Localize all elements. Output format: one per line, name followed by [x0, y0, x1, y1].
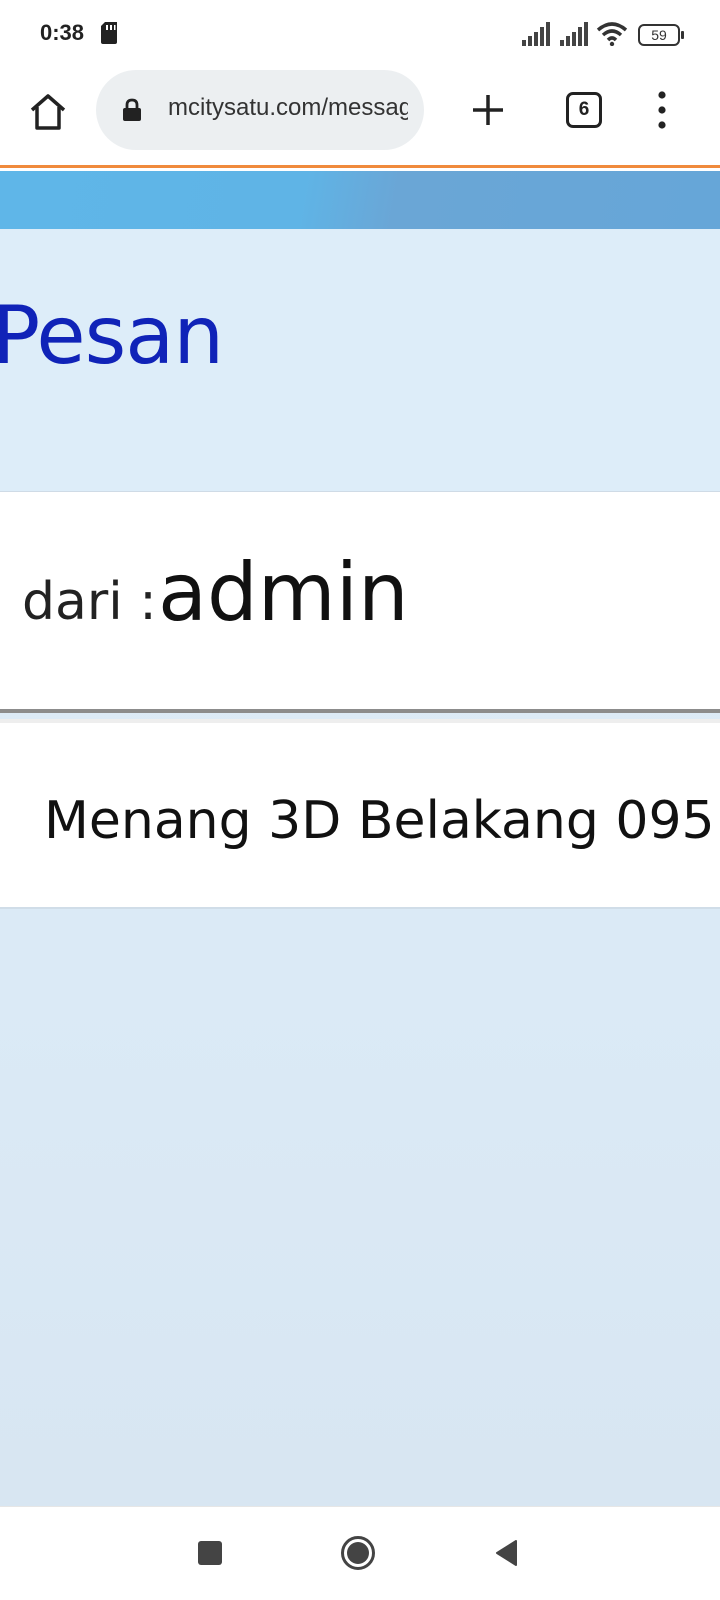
page-title: Pesan — [0, 289, 224, 382]
tab-switcher-button[interactable]: 6 — [566, 92, 602, 128]
address-bar[interactable]: mcitysatu.com/messages — [96, 70, 424, 150]
sd-card-icon — [101, 22, 117, 44]
message-box[interactable]: Menang 3D Belakang 095 p — [0, 719, 720, 909]
lock-icon — [123, 98, 141, 121]
header-area: Pesan — [0, 229, 720, 491]
signal-icon — [522, 22, 550, 46]
url-text: mcitysatu.com/messages — [168, 94, 408, 121]
message-text: Menang 3D Belakang 095 p — [44, 791, 720, 851]
new-tab-icon[interactable] — [470, 92, 506, 128]
sender-box: dari : admin — [0, 491, 720, 713]
signal-icon — [560, 22, 588, 46]
back-triangle-icon[interactable] — [494, 1539, 518, 1567]
page-content: Pesan dari : admin Menang 3D Belakang 09… — [0, 171, 720, 1506]
sender-name: admin — [158, 546, 409, 639]
wifi-icon — [596, 22, 628, 46]
home-circle-icon[interactable] — [340, 1535, 376, 1571]
status-time: 0:38 — [40, 20, 85, 45]
recent-apps-icon[interactable] — [198, 1541, 222, 1565]
header-banner — [0, 171, 720, 229]
home-icon[interactable] — [28, 92, 68, 132]
sender-label: dari : — [22, 572, 157, 632]
system-nav-bar — [0, 1506, 720, 1600]
battery-icon: 59 — [638, 24, 684, 46]
status-bar: 0:38 59 — [0, 0, 720, 70]
more-menu-icon[interactable] — [652, 90, 672, 130]
browser-toolbar: mcitysatu.com/messages 6 — [0, 70, 720, 168]
